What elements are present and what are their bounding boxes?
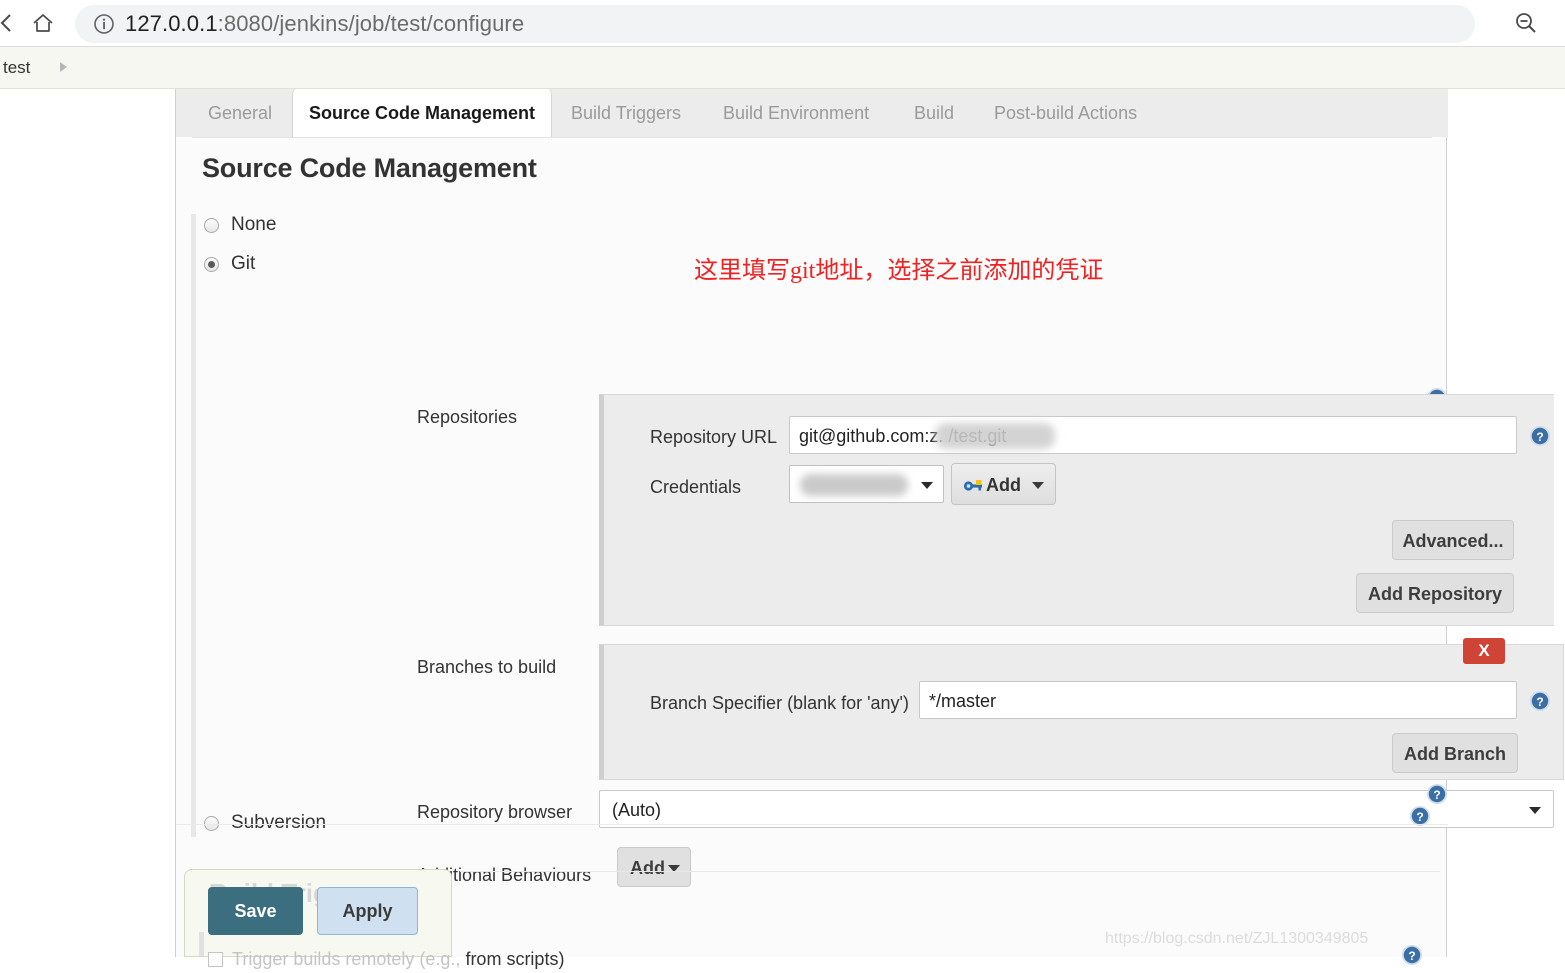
browser-chrome: 127.0.0.1:8080/jenkins/job/test/configur… bbox=[0, 0, 1565, 47]
info-circle-icon[interactable] bbox=[93, 13, 115, 35]
tab-post-build-actions[interactable]: Post-build Actions bbox=[978, 89, 1153, 137]
advanced-button[interactable]: Advanced... bbox=[1392, 520, 1514, 560]
credentials-redaction bbox=[800, 474, 908, 496]
zoom-out-icon[interactable] bbox=[1513, 10, 1539, 36]
delete-branch-button[interactable]: X bbox=[1463, 638, 1505, 664]
tab-build[interactable]: Build bbox=[898, 89, 970, 137]
help-icon-branch-specifier[interactable]: ? bbox=[1529, 690, 1551, 712]
label-credentials: Credentials bbox=[650, 477, 742, 497]
svg-text:?: ? bbox=[1408, 949, 1415, 963]
radio-dot-git[interactable] bbox=[204, 257, 219, 272]
credentials-select[interactable] bbox=[789, 465, 944, 503]
chevron-down-icon bbox=[1032, 482, 1044, 489]
branch-specifier-value: */master bbox=[929, 691, 997, 711]
add-credentials-label: Add bbox=[986, 475, 1021, 495]
svg-text:?: ? bbox=[1536, 430, 1543, 444]
home-icon[interactable] bbox=[30, 10, 56, 36]
label-repositories: Repositories bbox=[417, 407, 518, 427]
tab-build-environment[interactable]: Build Environment bbox=[707, 89, 885, 137]
footer-divider bbox=[460, 871, 1440, 872]
scm-left-rail bbox=[191, 214, 196, 837]
repositories-group: Repository URL git@github.com:z. /test.g… bbox=[599, 394, 1554, 626]
trigger-remote-suffix: from scripts) bbox=[465, 949, 565, 969]
tab-underline-divider bbox=[192, 137, 1432, 138]
label-branches-to-build: Branches to build bbox=[417, 657, 557, 677]
svg-text:?: ? bbox=[1433, 788, 1440, 802]
tab-build-triggers[interactable]: Build Triggers bbox=[555, 89, 697, 137]
section-divider bbox=[176, 824, 1448, 825]
trigger-builds-remotely-checkbox[interactable] bbox=[208, 952, 223, 967]
back-arrow-icon[interactable] bbox=[0, 10, 20, 36]
add-behaviour-label: Add bbox=[630, 858, 665, 878]
tab-general[interactable]: General bbox=[192, 89, 288, 137]
repositories-group-inner: Repository URL git@github.com:z. /test.g… bbox=[604, 395, 1554, 625]
address-bar[interactable]: 127.0.0.1:8080/jenkins/job/test/configur… bbox=[75, 5, 1475, 43]
add-repository-button[interactable]: Add Repository bbox=[1356, 573, 1514, 613]
label-branch-specifier: Branch Specifier (blank for 'any') bbox=[650, 693, 909, 713]
repository-url-redaction bbox=[935, 423, 1055, 449]
help-icon-repository-url[interactable]: ? bbox=[1529, 425, 1551, 447]
add-credentials-button[interactable]: Add bbox=[951, 463, 1056, 505]
branches-group: Branch Specifier (blank for 'any') */mas… bbox=[599, 644, 1564, 780]
url-host: 127.0.0.1 bbox=[125, 11, 218, 36]
radio-label-git: Git bbox=[231, 253, 256, 274]
svg-text:?: ? bbox=[1536, 695, 1543, 709]
chevron-down-icon bbox=[1529, 807, 1541, 814]
help-icon-repository-browser[interactable]: ? bbox=[1426, 783, 1448, 805]
add-branch-button[interactable]: Add Branch bbox=[1392, 733, 1518, 773]
tab-bar: General Source Code Management Build Tri… bbox=[176, 89, 1448, 138]
label-repository-browser: Repository browser bbox=[417, 802, 573, 822]
breadcrumb-item-test[interactable]: test bbox=[3, 47, 30, 89]
key-icon bbox=[963, 476, 983, 494]
add-behaviour-button[interactable]: Add bbox=[617, 847, 691, 887]
trigger-remote-prefix: Trigger builds remotely (e.g., bbox=[232, 949, 461, 969]
svg-text:?: ? bbox=[1416, 810, 1423, 824]
url-text: 127.0.0.1:8080/jenkins/job/test/configur… bbox=[125, 5, 524, 43]
radio-label-none: None bbox=[231, 214, 277, 235]
breadcrumb: test bbox=[0, 47, 1565, 89]
branch-specifier-input[interactable]: */master bbox=[919, 681, 1517, 719]
page-body: General Source Code Management Build Tri… bbox=[0, 89, 1565, 969]
apply-button[interactable]: Apply bbox=[317, 887, 418, 935]
watermark: https://blog.csdn.net/ZJL1300349805 bbox=[1105, 930, 1369, 947]
repository-url-input[interactable]: git@github.com:z. /test.git bbox=[789, 416, 1517, 454]
save-button[interactable]: Save bbox=[208, 887, 303, 935]
page-title: Source Code Management bbox=[202, 153, 537, 183]
trigger-builds-remotely-row[interactable]: Trigger builds remotely (e.g., from scri… bbox=[208, 949, 768, 973]
build-triggers-left-rail bbox=[199, 932, 204, 956]
help-icon-trigger-builds-remotely[interactable]: ? bbox=[1401, 944, 1423, 966]
label-repository-url: Repository URL bbox=[650, 427, 778, 447]
breadcrumb-caret-icon[interactable] bbox=[60, 62, 67, 72]
radio-dot-none[interactable] bbox=[204, 218, 219, 233]
url-path: :8080/jenkins/job/test/configure bbox=[217, 11, 525, 36]
tab-source-code-management[interactable]: Source Code Management bbox=[292, 89, 553, 138]
trigger-builds-remotely-label: Trigger builds remotely (e.g., from scri… bbox=[232, 949, 564, 970]
radio-label-subversion: Subversion bbox=[231, 812, 327, 833]
chevron-down-icon bbox=[921, 482, 933, 489]
annotation-note: 这里填写git地址，选择之前添加的凭证 bbox=[694, 258, 1104, 284]
content-panel: General Source Code Management Build Tri… bbox=[175, 89, 1564, 969]
